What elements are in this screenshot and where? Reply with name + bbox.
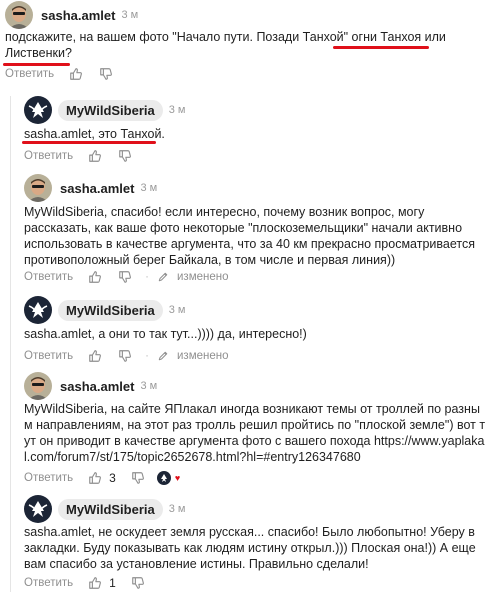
- comment-actions: Ответить · изменено: [24, 348, 229, 364]
- thumb-up-icon[interactable]: [68, 66, 84, 82]
- comment-text: sasha.amlet, а они то так тут...)))) да,…: [24, 327, 307, 341]
- thumb-down-icon[interactable]: [130, 575, 146, 591]
- like-count: 1: [109, 576, 116, 590]
- comment-time: 3 м: [121, 9, 139, 21]
- thumb-up-icon[interactable]: [87, 348, 103, 364]
- separator: ·: [145, 350, 149, 362]
- comment-header: sasha.amlet 3 м: [24, 372, 157, 400]
- thumb-up-icon[interactable]: [87, 470, 103, 486]
- comment-text: MyWildSiberia, спасибо! если интересно, …: [24, 205, 475, 267]
- comment-author[interactable]: MyWildSiberia: [58, 498, 163, 520]
- comment-text: sasha.amlet, это Танхой.: [24, 127, 165, 141]
- comment-author[interactable]: sasha.amlet: [41, 8, 115, 23]
- edited-label: изменено: [177, 271, 229, 283]
- reply-button[interactable]: Ответить: [24, 350, 73, 362]
- comment-time: 3 м: [168, 104, 186, 116]
- thumb-down-icon[interactable]: [130, 470, 146, 486]
- comment-actions: Ответить: [5, 66, 114, 82]
- comment-author[interactable]: MyWildSiberia: [58, 299, 163, 321]
- thumb-up-icon[interactable]: [87, 269, 103, 285]
- comment-text: подскажите, на вашем фото "Начало пути. …: [5, 30, 446, 60]
- comment-header: MyWildSiberia 3 м: [24, 495, 185, 523]
- reply-button[interactable]: Ответить: [24, 577, 73, 589]
- avatar[interactable]: [24, 372, 52, 400]
- comment-author[interactable]: sasha.amlet: [60, 181, 134, 196]
- reply-button[interactable]: Ответить: [5, 68, 54, 80]
- comment-text: MyWildSiberia, на сайте ЯПлакал иногда в…: [24, 402, 486, 464]
- comment-author[interactable]: MyWildSiberia: [58, 99, 163, 121]
- comment-header: MyWildSiberia 3 м: [24, 96, 185, 124]
- comment-actions: Ответить 3 ♥: [24, 470, 180, 486]
- avatar[interactable]: [24, 174, 52, 202]
- separator: ·: [145, 271, 149, 283]
- thumb-down-icon[interactable]: [117, 348, 133, 364]
- thread-line: [10, 96, 11, 592]
- comment-actions: Ответить: [24, 148, 133, 164]
- comment-time: 3 м: [168, 304, 186, 316]
- comment-text: sasha.amlet, не оскудеет земля русская..…: [24, 525, 476, 571]
- comment-header: MyWildSiberia 3 м: [24, 296, 185, 324]
- thumb-up-icon[interactable]: [87, 575, 103, 591]
- comment-header: sasha.amlet 3 м: [24, 174, 157, 202]
- reply-button[interactable]: Ответить: [24, 271, 73, 283]
- comment-actions: Ответить · изменено: [24, 269, 229, 285]
- heart-icon: ♥: [174, 473, 181, 483]
- avatar[interactable]: [24, 96, 52, 124]
- reply-button[interactable]: Ответить: [24, 472, 73, 484]
- pencil-icon: [155, 269, 171, 285]
- comment-header: sasha.amlet 3 м: [5, 1, 138, 29]
- comment-author[interactable]: sasha.amlet: [60, 379, 134, 394]
- comment-time: 3 м: [140, 182, 158, 194]
- comment-time: 3 м: [140, 380, 158, 392]
- annotation-underline: [22, 141, 156, 144]
- thumb-down-icon[interactable]: [117, 269, 133, 285]
- avatar[interactable]: [24, 296, 52, 324]
- comment-time: 3 м: [168, 503, 186, 515]
- user-badge-icon: [156, 470, 172, 486]
- comment-actions: Ответить 1: [24, 575, 146, 591]
- thumb-up-icon[interactable]: [87, 148, 103, 164]
- annotation-underline: [333, 46, 429, 49]
- edited-label: изменено: [177, 350, 229, 362]
- thumb-down-icon[interactable]: [98, 66, 114, 82]
- thumb-down-icon[interactable]: [117, 148, 133, 164]
- avatar[interactable]: [5, 1, 33, 29]
- avatar[interactable]: [24, 495, 52, 523]
- reply-button[interactable]: Ответить: [24, 150, 73, 162]
- like-count: 3: [109, 471, 116, 485]
- pencil-icon: [155, 348, 171, 364]
